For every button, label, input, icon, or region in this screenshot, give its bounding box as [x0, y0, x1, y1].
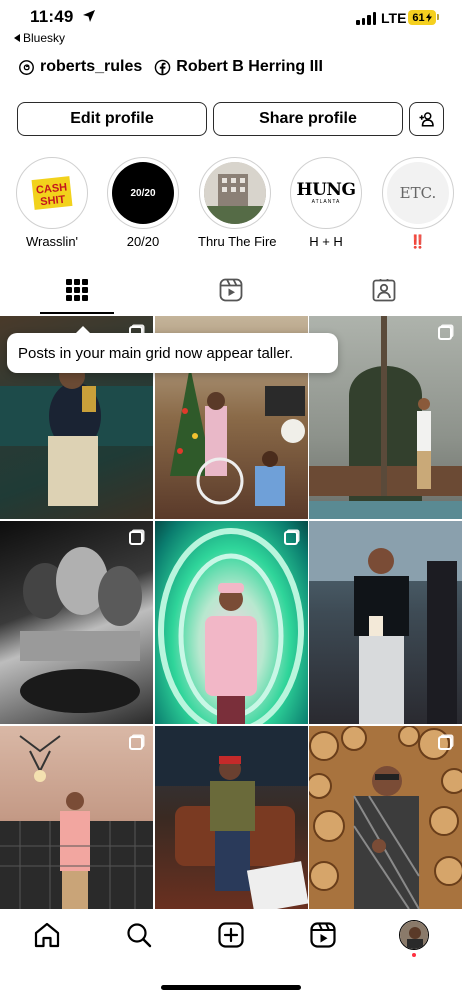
tooltip-text: Posts in your main grid now appear talle… — [18, 344, 294, 362]
post-7[interactable] — [0, 726, 153, 909]
post-4[interactable] — [0, 521, 153, 724]
signal-icon — [356, 12, 376, 25]
profile-actions: Edit profile Share profile — [17, 102, 444, 136]
avatar-photo — [400, 921, 428, 949]
highlight-label: Thru The Fire — [198, 234, 277, 249]
cover-text: ETC. — [399, 184, 437, 202]
post-photo — [309, 726, 462, 909]
back-arrow-icon — [14, 34, 20, 42]
facebook-name: Robert B Herring III — [176, 58, 323, 75]
highlight-cover: CASH SHIT — [16, 157, 88, 229]
cover-text: HUNG — [296, 179, 356, 200]
tagged-icon[interactable] — [372, 278, 396, 302]
highlight-thru-the-fire[interactable]: Thru The Fire — [198, 157, 277, 249]
post-9[interactable] — [309, 726, 462, 909]
building-photo-shapes — [204, 162, 266, 224]
status-time: 11:49 — [30, 7, 74, 26]
back-app-label: Bluesky — [23, 31, 66, 45]
multiple-posts-icon — [438, 326, 452, 340]
highlight-label: Wrasslin' — [25, 234, 79, 249]
facebook-icon — [154, 59, 171, 75]
edit-profile-button[interactable]: Edit profile — [17, 102, 207, 136]
cover-subtext: ATLANTA — [311, 198, 341, 205]
battery-icon: 61 — [408, 10, 436, 25]
post-photo — [309, 521, 462, 724]
multiple-posts-icon — [129, 736, 143, 750]
home-icon[interactable] — [33, 921, 61, 949]
active-tab-indicator — [40, 312, 114, 314]
story-highlights: CASH SHIT Wrasslin' 20/20 20/20 Thru The… — [0, 157, 462, 257]
location-arrow-icon — [83, 10, 95, 22]
grid-icon[interactable] — [65, 278, 89, 302]
threads-link[interactable]: roberts_rules — [18, 58, 142, 76]
multiple-posts-icon — [129, 531, 143, 545]
tooltip-arrow — [75, 326, 91, 334]
highlight-cover — [199, 157, 271, 229]
post-photo — [154, 726, 308, 909]
multiple-posts-icon — [438, 736, 452, 750]
highlight-cover: ETC. — [382, 157, 454, 229]
post-5[interactable] — [154, 521, 308, 724]
add-person-icon — [419, 112, 434, 127]
battery-nub — [437, 14, 439, 20]
notification-dot — [412, 953, 416, 957]
threads-handle: roberts_rules — [40, 58, 143, 75]
grid-tooltip[interactable]: Posts in your main grid now appear talle… — [7, 326, 338, 373]
post-photo — [157, 528, 304, 724]
status-bar: 11:49 Bluesky LTE 61 — [0, 0, 462, 50]
back-to-app-link[interactable]: Bluesky — [14, 31, 65, 45]
profile-tabs — [0, 272, 462, 316]
cash-logo-cover: CASH SHIT — [31, 176, 73, 210]
highlight-wrasslin[interactable]: CASH SHIT Wrasslin' — [15, 157, 89, 249]
share-profile-button[interactable]: Share profile — [213, 102, 403, 136]
highlight-h-plus-h[interactable]: HUNG ATLANTA H + H — [289, 157, 363, 249]
highlight-label: ‼️ — [409, 234, 427, 249]
post-8[interactable] — [154, 726, 308, 909]
create-icon[interactable] — [217, 921, 245, 949]
discover-people-button[interactable] — [409, 102, 444, 136]
cover-text: 20/20 — [130, 187, 156, 199]
reels-icon[interactable] — [219, 278, 243, 302]
battery-level: 61 — [412, 11, 425, 24]
home-indicator[interactable] — [161, 985, 301, 990]
post-photo — [20, 547, 142, 713]
highlight-label: 20/20 — [126, 234, 160, 249]
facebook-link[interactable]: Robert B Herring III — [154, 58, 323, 76]
post-6[interactable] — [309, 521, 462, 724]
highlight-etc[interactable]: ETC. ‼️ — [381, 157, 455, 250]
posts-grid — [0, 316, 462, 909]
reels-icon[interactable] — [309, 921, 337, 949]
profile-links: roberts_rules Robert B Herring III — [18, 58, 335, 76]
threads-icon — [19, 59, 34, 75]
highlight-cover: 20/20 — [107, 157, 179, 229]
search-icon[interactable] — [125, 921, 153, 949]
charging-bolt-icon — [425, 13, 432, 22]
building-photo — [204, 162, 266, 224]
post-photo — [0, 735, 153, 909]
highlight-20-20[interactable]: 20/20 20/20 — [106, 157, 180, 249]
profile-avatar[interactable] — [399, 920, 429, 950]
multiple-posts-icon — [283, 531, 298, 545]
highlight-cover: HUNG ATLANTA — [290, 157, 362, 229]
network-label: LTE — [381, 10, 407, 26]
highlight-label: H + H — [309, 234, 343, 249]
